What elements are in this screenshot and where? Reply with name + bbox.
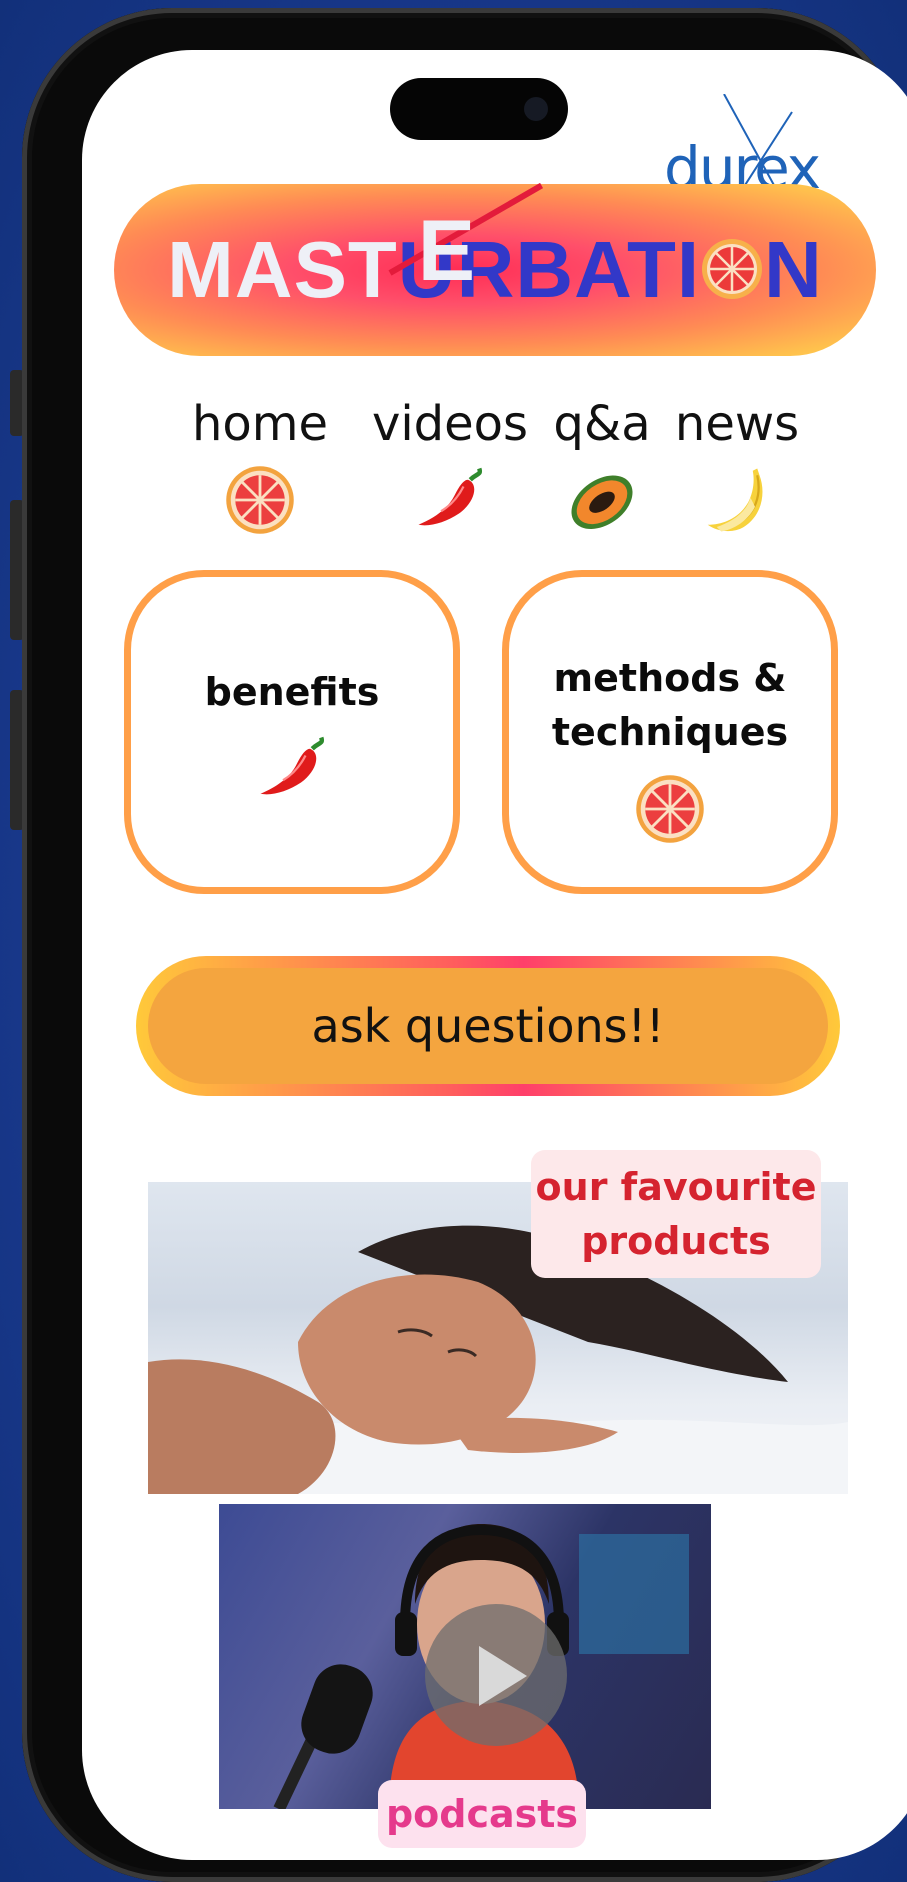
nav-item-qa[interactable]: q&a	[542, 396, 662, 536]
papaya-icon	[571, 475, 633, 529]
methods-label: methods & techniques	[509, 651, 831, 759]
grapefruit-icon	[702, 239, 763, 299]
banana-icon	[707, 468, 763, 532]
methods-label-line2: techniques	[551, 710, 789, 754]
nav-item-label: videos	[371, 396, 529, 452]
products-tag-line2: products	[581, 1219, 771, 1263]
products-tag[interactable]: our favourite products	[531, 1150, 821, 1278]
products-tag-line1: our favourite	[535, 1165, 817, 1209]
title-suffix: N	[764, 225, 823, 314]
chili-pepper-icon	[418, 467, 483, 526]
title-blue-part: BATI	[515, 225, 701, 314]
nav-item-label: home	[191, 396, 329, 452]
main-nav: home videos q&a news	[192, 396, 902, 534]
play-button[interactable]	[425, 1604, 567, 1746]
title-insert: E	[417, 203, 477, 299]
nav-item-videos[interactable]: videos	[370, 396, 530, 536]
phone-frame: durex MASTUR E BATI N home videos q&a ne…	[22, 8, 907, 1882]
nav-item-news[interactable]: news	[672, 396, 802, 536]
podcast-video[interactable]	[219, 1504, 711, 1809]
ask-questions-label: ask questions!!	[148, 968, 828, 1084]
phone-screen: durex MASTUR E BATI N home videos q&a ne…	[82, 50, 907, 1860]
play-icon	[479, 1646, 527, 1706]
title-prefix: MAST	[167, 225, 398, 314]
grapefruit-icon	[226, 466, 294, 534]
podcasts-tag[interactable]: podcasts	[378, 1780, 586, 1848]
grapefruit-icon	[636, 775, 704, 843]
dynamic-island	[390, 78, 568, 140]
camera-icon	[524, 97, 548, 121]
benefits-card[interactable]: benefits	[124, 570, 460, 894]
methods-label-line1: methods &	[553, 656, 787, 700]
methods-techniques-card[interactable]: methods & techniques	[502, 570, 838, 894]
title-struck-group: UR E	[388, 182, 543, 310]
nav-item-label: news	[674, 396, 800, 452]
hero-title-banner: MASTUR E BATI N	[114, 182, 876, 356]
ask-questions-button[interactable]: ask questions!!	[136, 956, 840, 1096]
benefits-label: benefits	[204, 670, 380, 714]
chili-pepper-icon	[260, 736, 325, 795]
nav-item-label: q&a	[553, 396, 651, 452]
nav-item-home[interactable]: home	[190, 396, 330, 536]
hero-title: MASTUR E BATI N	[167, 182, 823, 310]
